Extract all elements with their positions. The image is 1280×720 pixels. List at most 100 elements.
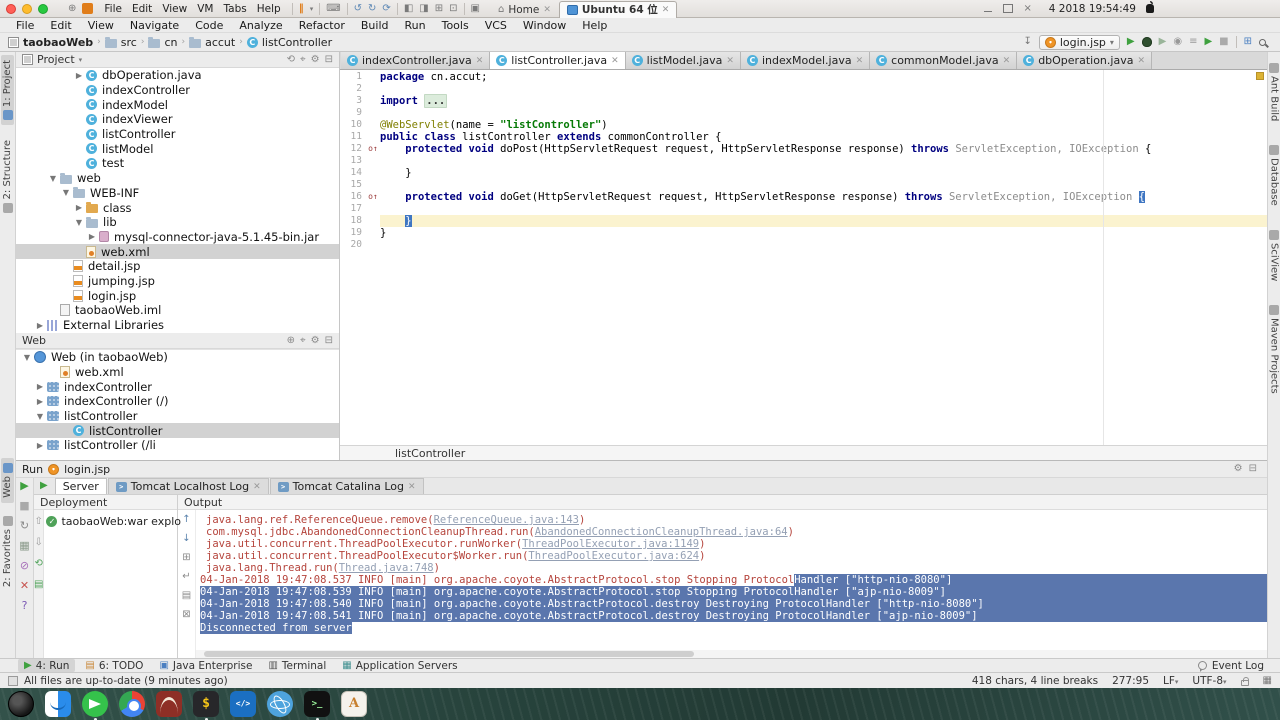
breadcrumb-item-taobaoweb[interactable]: taobaoWeb bbox=[8, 36, 93, 49]
settings-icon[interactable]: ⚙ bbox=[311, 54, 320, 66]
chevron-down-icon[interactable]: ▼ bbox=[46, 174, 60, 183]
run-configuration-select[interactable]: login.jsp▾ bbox=[1039, 35, 1120, 50]
source-link[interactable]: AbandonedConnectionCleanupThread.java:64 bbox=[535, 526, 788, 538]
run-tab-server[interactable]: Server bbox=[55, 478, 107, 494]
console-stack-line[interactable]: com.mysql.jdbc.AbandonedConnectionCleanu… bbox=[200, 526, 1267, 538]
tree-item-web--in-taobaoweb-[interactable]: ▼Web (in taobaoWeb) bbox=[16, 350, 339, 365]
chevron-down-icon[interactable]: ▼ bbox=[72, 218, 86, 227]
jee-icon[interactable]: ▣ bbox=[159, 660, 168, 672]
snapshot-revert-icon[interactable]: ↻ bbox=[368, 3, 376, 15]
scrollbar-thumb[interactable] bbox=[204, 651, 694, 657]
tree-item-web-xml[interactable]: web.xml bbox=[16, 365, 339, 380]
encoding-selector[interactable]: UTF-8▾ bbox=[1192, 675, 1226, 687]
run-icon[interactable]: ▶ bbox=[24, 660, 32, 672]
help-icon[interactable]: ? bbox=[22, 600, 28, 612]
toolwindow-button-ant-build[interactable]: Ant Build bbox=[1268, 58, 1280, 126]
unity-icon[interactable]: ⊡ bbox=[449, 3, 457, 15]
menu-tools[interactable]: Tools bbox=[434, 19, 477, 32]
console-log-line[interactable]: 04-Jan-2018 19:47:08.537 INFO [main] org… bbox=[200, 574, 1267, 586]
ctrl-alt-del-icon[interactable]: ⌨ bbox=[326, 3, 340, 15]
restore-icon[interactable] bbox=[1003, 4, 1013, 13]
tree-item-web[interactable]: ▼web bbox=[16, 171, 339, 186]
console-log-line[interactable]: 04-Jan-2018 19:47:08.541 INFO [main] org… bbox=[200, 610, 1267, 622]
fullscreen-icon[interactable]: ⊞ bbox=[435, 3, 443, 15]
clear-icon[interactable]: ⊠ bbox=[182, 609, 190, 621]
undeploy-icon[interactable]: ⇩ bbox=[35, 537, 43, 549]
tree-item-test[interactable]: Ctest bbox=[16, 156, 339, 171]
breadcrumb-class[interactable]: listController bbox=[395, 447, 465, 460]
terminal-dock-icon[interactable]: >_ bbox=[304, 691, 330, 717]
vm-menu-help[interactable]: Help bbox=[252, 3, 286, 15]
soft-wrap-icon[interactable]: ↵ bbox=[182, 571, 190, 583]
deploy-icon[interactable]: ⇧ bbox=[35, 516, 43, 528]
menu-build[interactable]: Build bbox=[353, 19, 397, 32]
console-view-icon[interactable]: ◧ bbox=[404, 3, 413, 15]
make-icon[interactable]: ↧ bbox=[1023, 36, 1031, 48]
artifact-icon[interactable]: ▤ bbox=[34, 579, 43, 591]
tree-item-web-xml[interactable]: web.xml bbox=[16, 244, 339, 259]
menu-code[interactable]: Code bbox=[187, 19, 231, 32]
chevron-down-icon[interactable]: ▼ bbox=[59, 188, 73, 197]
tree-item-jumping-jsp[interactable]: jumping.jsp bbox=[16, 274, 339, 289]
thumbnail-view-icon[interactable]: ◨ bbox=[419, 3, 428, 15]
console-log-line[interactable]: 04-Jan-2018 19:47:08.539 INFO [main] org… bbox=[200, 586, 1267, 598]
tree-item-login-jsp[interactable]: login.jsp bbox=[16, 288, 339, 303]
editor-tab-listmodel-java[interactable]: ClistModel.java✕ bbox=[626, 52, 741, 69]
code-line-13[interactable]: 13 bbox=[340, 155, 1267, 167]
toolwindow-button-database[interactable]: Database bbox=[1268, 140, 1280, 211]
editor-tab-indexcontroller-java[interactable]: CindexController.java✕ bbox=[341, 52, 490, 69]
line-separator-selector[interactable]: LF▾ bbox=[1163, 675, 1178, 687]
toolwindow-button-maven-projects[interactable]: Maven Projects bbox=[1268, 300, 1280, 399]
todo-icon[interactable]: ▤ bbox=[85, 660, 94, 672]
expand-icon[interactable]: ⊞ bbox=[182, 552, 190, 564]
tree-item-dboperation-java[interactable]: ▶CdbOperation.java bbox=[16, 68, 339, 83]
connect-icon[interactable]: ⊘ bbox=[20, 560, 29, 572]
code-line-10[interactable]: 10@WebServlet(name = "listController") bbox=[340, 119, 1267, 131]
zoom-window-icon[interactable] bbox=[38, 4, 48, 14]
print-icon[interactable]: ▤ bbox=[182, 590, 191, 602]
close-icon[interactable]: ✕ bbox=[253, 482, 261, 492]
menu-edit[interactable]: Edit bbox=[42, 19, 79, 32]
refresh-deploy-icon[interactable]: ⟲ bbox=[35, 558, 43, 570]
tree-item-listcontroller[interactable]: ▼listController bbox=[16, 409, 339, 424]
library-panel-icon[interactable]: ▣ bbox=[471, 3, 480, 15]
code-line-2[interactable]: 2 bbox=[340, 83, 1267, 95]
console-log-line[interactable]: 04-Jan-2018 19:47:08.540 INFO [main] org… bbox=[200, 598, 1267, 610]
horizontal-scrollbar[interactable] bbox=[196, 650, 1267, 658]
breadcrumb-item-src[interactable]: src bbox=[105, 36, 137, 49]
highlighting-level-icon[interactable]: ▦ bbox=[1263, 675, 1272, 687]
toolwindow-tab-terminal[interactable]: ▥Terminal bbox=[262, 659, 332, 672]
stop-icon[interactable]: ■ bbox=[19, 500, 29, 512]
tree-item-indexcontroller[interactable]: ▶indexController bbox=[16, 379, 339, 394]
rerun-server-icon[interactable]: ▶ bbox=[40, 480, 48, 492]
tree-item-web-inf[interactable]: ▼WEB-INF bbox=[16, 186, 339, 201]
console-stack-line[interactable]: java.lang.Thread.run(Thread.java:748) bbox=[200, 562, 1267, 574]
tree-item-mysql-connector-java-5-1-45-bin-jar[interactable]: ▶mysql-connector-java-5.1.45-bin.jar bbox=[16, 230, 339, 245]
stop-icon[interactable]: ■ bbox=[1219, 36, 1228, 48]
source-link[interactable]: Thread.java:748 bbox=[339, 562, 434, 574]
code-line-16[interactable]: 16o↑ protected void doGet(HttpServletReq… bbox=[340, 191, 1267, 203]
hide-icon[interactable]: ⊟ bbox=[1249, 463, 1257, 475]
editor-tab-listcontroller-java[interactable]: ClistController.java✕ bbox=[490, 52, 625, 69]
close-icon[interactable]: ✕ bbox=[726, 56, 734, 66]
toolwindow-tab-4--run[interactable]: ▶4: Run bbox=[18, 659, 75, 672]
rerun-icon[interactable]: ▶ bbox=[20, 480, 28, 492]
chevron-down-icon[interactable]: ▾ bbox=[79, 56, 83, 64]
tree-item-indexmodel[interactable]: CindexModel bbox=[16, 97, 339, 112]
tree-item-indexcontroller[interactable]: CindexController bbox=[16, 83, 339, 98]
tree-item-class[interactable]: ▶class bbox=[16, 200, 339, 215]
menu-window[interactable]: Window bbox=[515, 19, 574, 32]
code-line-14[interactable]: 14 } bbox=[340, 167, 1267, 179]
tree-item-indexviewer[interactable]: CindexViewer bbox=[16, 112, 339, 127]
pages-dock-icon[interactable]: A bbox=[341, 691, 367, 717]
close-icon[interactable]: ✕ bbox=[543, 5, 551, 15]
prompt-dock-icon[interactable]: $ bbox=[193, 691, 219, 717]
terminal-tool-icon[interactable]: ▥ bbox=[268, 660, 277, 672]
code-line-3[interactable]: 3import ... bbox=[340, 95, 1267, 107]
down-stack-icon[interactable]: ↓ bbox=[182, 533, 190, 545]
run-tab-tomcat-localhost-log[interactable]: >Tomcat Localhost Log✕ bbox=[108, 478, 269, 494]
vm-tab-home[interactable]: ⌂Home✕ bbox=[490, 1, 559, 18]
toolwindow-button----project[interactable]: 1: Project bbox=[1, 55, 14, 125]
close-icon[interactable]: ✕ bbox=[1003, 56, 1011, 66]
close-icon[interactable]: ✕ bbox=[856, 56, 864, 66]
